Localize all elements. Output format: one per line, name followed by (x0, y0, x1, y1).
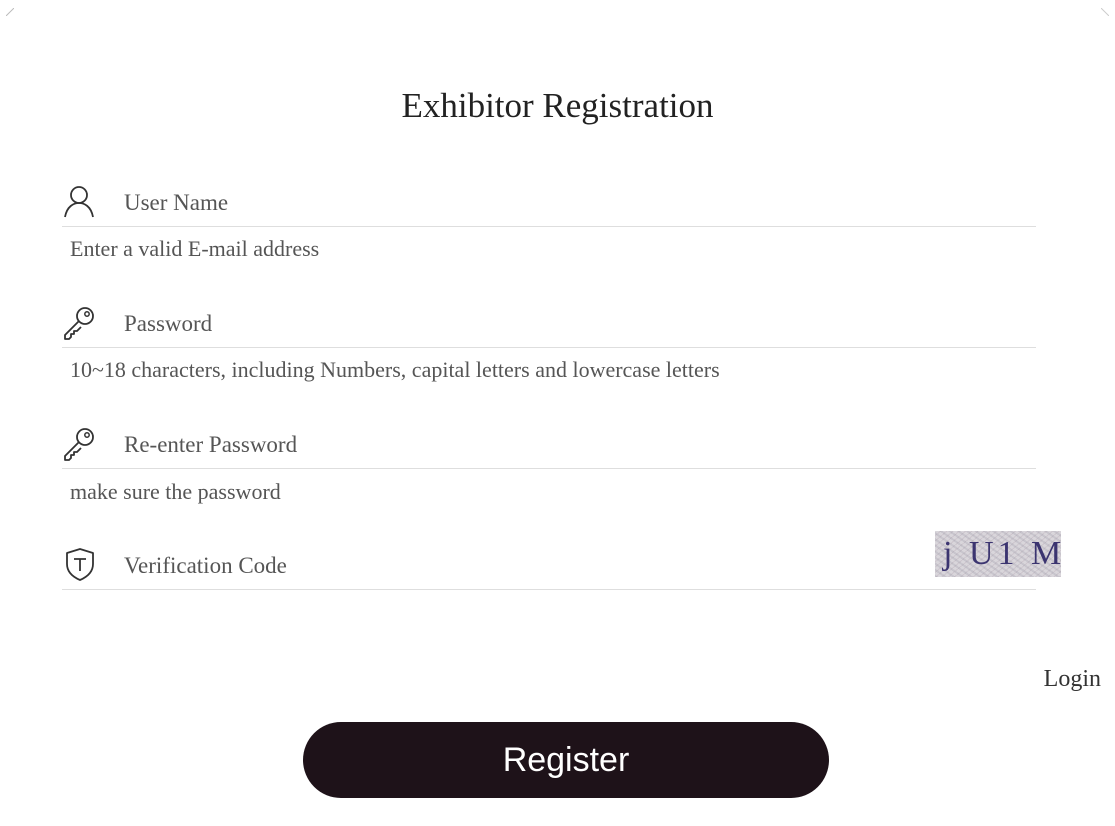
page-title: Exhibitor Registration (401, 86, 714, 125)
registration-page: Exhibitor Registration Enter a valid E-m… (0, 0, 1115, 826)
captcha-text: j U1 M (943, 535, 1061, 572)
shield-icon (66, 548, 94, 581)
confirm-password-hint: make sure the password (70, 479, 281, 504)
password-hint: 10~18 characters, including Numbers, cap… (70, 357, 720, 382)
user-name-hint: Enter a valid E-mail address (70, 236, 320, 261)
confirm-password-field (62, 412, 1036, 469)
verification-code-input[interactable] (124, 549, 884, 583)
key-icon (64, 428, 94, 461)
corner-mark (6, 8, 14, 16)
corner-mark (1101, 8, 1109, 16)
user-name-input[interactable] (124, 186, 884, 220)
key-icon (64, 307, 94, 340)
verification-code-field: j U1 M (62, 531, 1061, 590)
user-icon (64, 186, 94, 218)
captcha-image[interactable]: j U1 M (935, 531, 1061, 577)
confirm-password-input[interactable] (124, 428, 884, 462)
login-link[interactable]: Login (1044, 666, 1101, 693)
password-field (62, 291, 1036, 348)
password-input[interactable] (124, 307, 884, 341)
user-name-field (62, 170, 1036, 227)
register-button[interactable]: Register (303, 722, 829, 798)
